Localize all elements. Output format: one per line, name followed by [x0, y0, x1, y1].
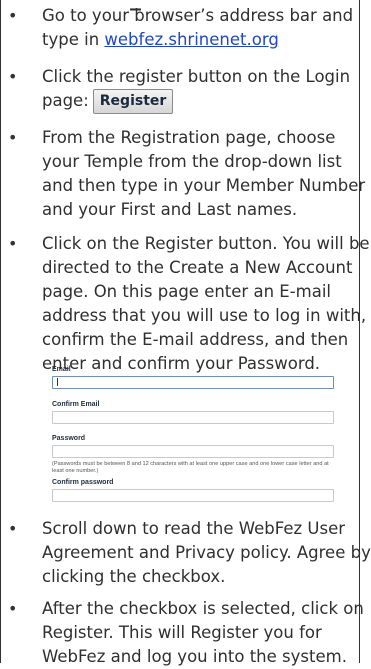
confirm-email-label: Confirm Email — [52, 401, 100, 408]
password-requirements-note: (Passwords must be between 8 and 12 char… — [52, 461, 329, 474]
confirm-email-field[interactable] — [52, 411, 334, 424]
password-label: Password — [52, 435, 86, 442]
register-button[interactable]: Register — [92, 89, 174, 114]
step-text: Go to your browser’s address bar and type… — [42, 6, 354, 49]
step-text: Click on the Register button. You will b… — [42, 234, 370, 373]
step-text: Click the register button on the Login pa… — [42, 65, 367, 114]
email-field[interactable] — [52, 376, 334, 389]
email-label: Email — [52, 366, 71, 373]
step-text: After the checkbox is selected, click on… — [42, 599, 364, 666]
text-caret — [57, 378, 58, 386]
confirm-password-field[interactable] — [52, 489, 334, 502]
account-form-screenshot: Email Confirm Email Password (Passwords … — [52, 366, 334, 508]
bullet-icon: • — [8, 519, 18, 538]
bullet-icon: • — [8, 234, 18, 253]
website-link[interactable]: webfez.shrinenet.org — [104, 30, 278, 49]
password-field[interactable] — [52, 445, 334, 458]
confirm-password-label: Confirm password — [52, 479, 114, 486]
bullet-icon: • — [8, 599, 18, 618]
step-text: From the Registration page, choose your T… — [42, 128, 366, 219]
bullet-icon: • — [8, 6, 18, 25]
bullet-icon: • — [8, 128, 18, 147]
step-text: Scroll down to read the WebFez User Agree… — [42, 519, 371, 586]
bullet-icon: • — [8, 67, 18, 86]
